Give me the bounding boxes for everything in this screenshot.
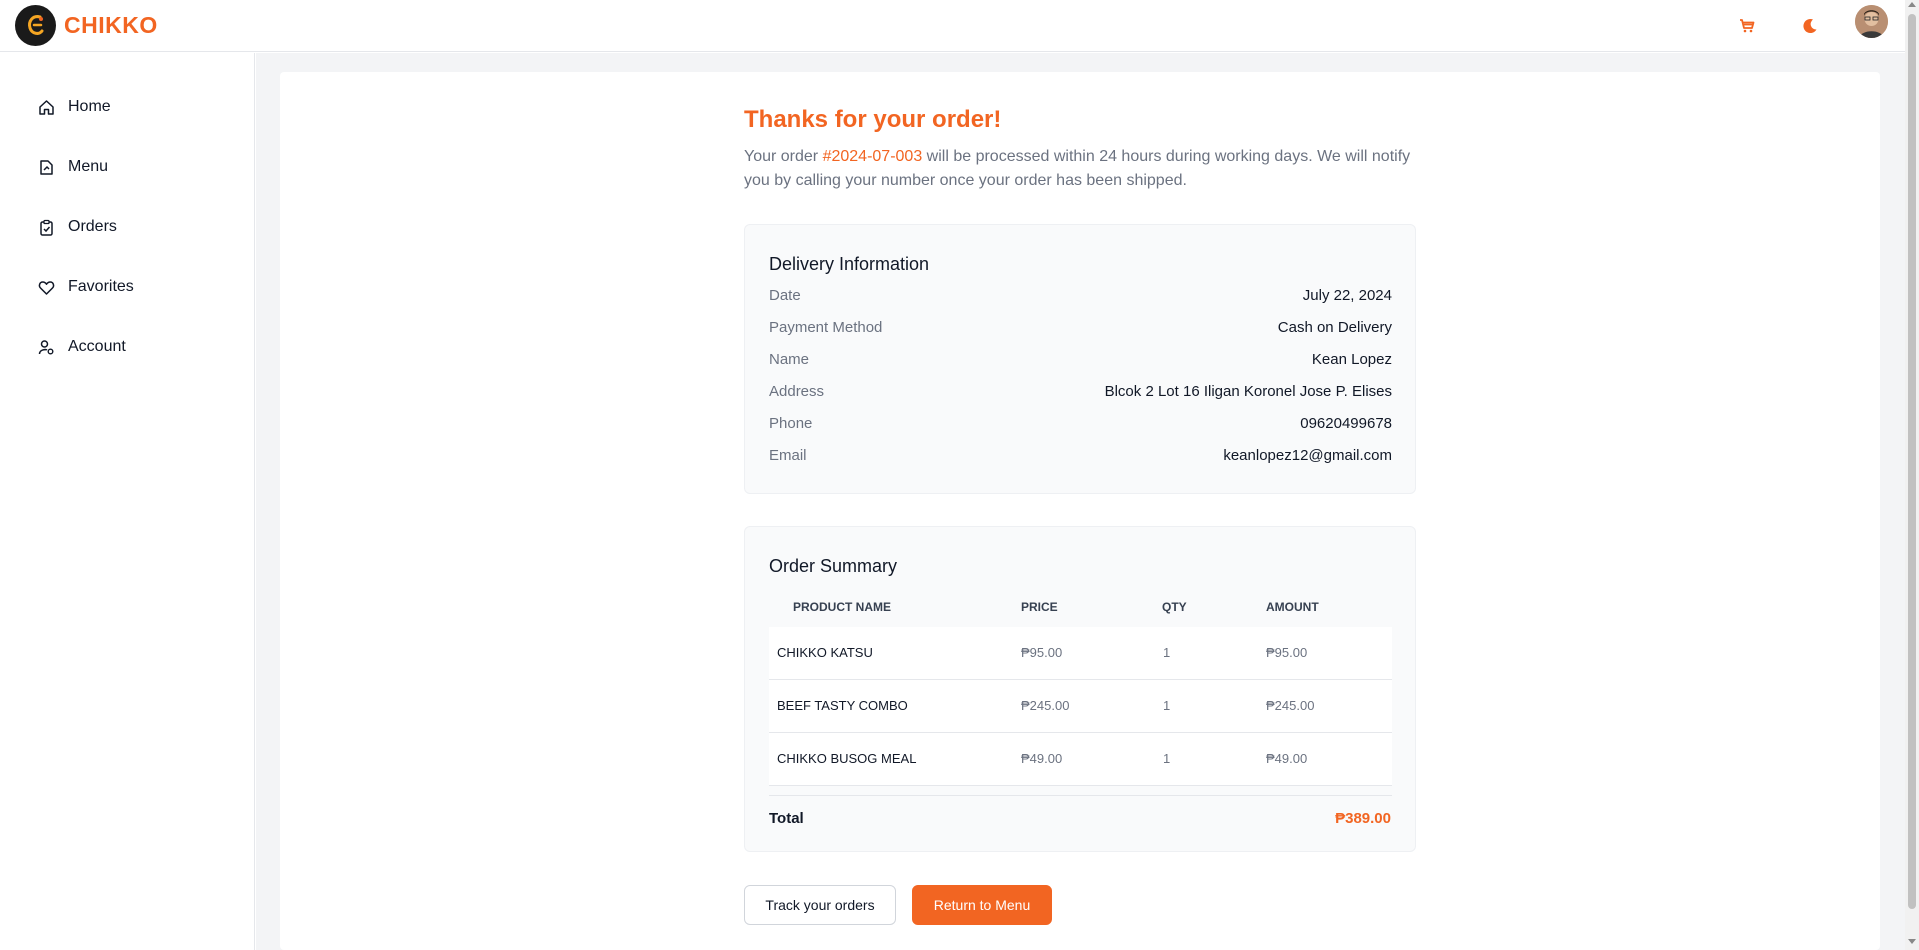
- sidebar-item-label: Home: [68, 98, 111, 115]
- sidebar-item-menu[interactable]: Menu: [37, 152, 108, 182]
- info-label: Name: [769, 351, 810, 368]
- delivery-info-panel: Delivery Information Date July 22, 2024 …: [744, 224, 1416, 494]
- info-value: Blcok 2 Lot 16 Iligan Koronel Jose P. El…: [1104, 383, 1392, 400]
- product-amount: ₱95.00: [1266, 645, 1308, 660]
- column-header-amount: AMOUNT: [1266, 600, 1319, 614]
- scroll-up-arrow-icon[interactable]: [1908, 2, 1916, 7]
- product-amount: ₱245.00: [1266, 698, 1315, 713]
- top-bar: CHIKKO: [0, 0, 1905, 52]
- product-qty: 1: [1163, 698, 1171, 713]
- info-row-name: Name Kean Lopez: [769, 351, 1392, 373]
- delivery-info-title: Delivery Information: [769, 254, 930, 274]
- total-divider: [769, 795, 1392, 796]
- info-row-payment: Payment Method Cash on Delivery: [769, 319, 1392, 341]
- sidebar-item-account[interactable]: Account: [37, 332, 126, 362]
- info-row-date: Date July 22, 2024: [769, 287, 1392, 309]
- home-icon: [37, 98, 55, 116]
- scrollbar[interactable]: [1905, 0, 1919, 950]
- order-intro-text: Your order #2024-07-003 will be processe…: [744, 148, 1411, 189]
- brand[interactable]: CHIKKO: [15, 5, 158, 46]
- brand-name: CHIKKO: [64, 12, 158, 38]
- product-name: CHIKKO BUSOG MEAL: [777, 751, 917, 766]
- info-row-address: Address Blcok 2 Lot 16 Iligan Koronel Jo…: [769, 383, 1392, 405]
- product-amount: ₱49.00: [1266, 751, 1308, 766]
- sidebar: Home Menu Orders Favorites Account: [0, 53, 255, 950]
- scroll-thumb[interactable]: [1908, 14, 1916, 909]
- table-row: BEEF TASTY COMBO ₱245.00 1 ₱245.00: [769, 680, 1392, 733]
- product-name: BEEF TASTY COMBO: [777, 698, 908, 713]
- sidebar-item-home[interactable]: Home: [37, 92, 111, 122]
- avatar[interactable]: [1855, 5, 1888, 38]
- order-number: #2024-07-003: [822, 148, 923, 165]
- product-price: ₱245.00: [1021, 698, 1070, 713]
- info-row-phone: Phone 09620499678: [769, 415, 1392, 437]
- table-row: CHIKKO BUSOG MEAL ₱49.00 1 ₱49.00: [769, 733, 1392, 786]
- info-value: 09620499678: [1300, 415, 1392, 432]
- table-row: CHIKKO KATSU ₱95.00 1 ₱95.00: [769, 627, 1392, 680]
- total-value: ₱389.00: [1335, 810, 1391, 827]
- user-settings-icon: [37, 338, 55, 356]
- product-qty: 1: [1163, 645, 1171, 660]
- info-label: Payment Method: [769, 319, 883, 336]
- info-value: Kean Lopez: [1311, 351, 1392, 368]
- order-summary-panel: Order Summary PRODUCT NAME PRICE QTY AMO…: [744, 526, 1416, 852]
- menu-book-icon: [37, 158, 55, 176]
- column-header-price: PRICE: [1021, 600, 1058, 614]
- order-summary-title: Order Summary: [769, 556, 898, 576]
- clipboard-icon: [37, 218, 55, 236]
- heart-icon: [37, 278, 55, 296]
- chicken-logo-icon: [15, 5, 56, 46]
- column-header-qty: QTY: [1162, 600, 1187, 614]
- info-label: Email: [769, 447, 807, 464]
- product-name: CHIKKO KATSU: [777, 645, 873, 660]
- product-price: ₱49.00: [1021, 751, 1063, 766]
- info-label: Date: [769, 287, 801, 304]
- info-label: Phone: [769, 415, 813, 432]
- column-header-product: PRODUCT NAME: [793, 600, 891, 614]
- sidebar-item-label: Orders: [68, 218, 117, 235]
- sidebar-item-favorites[interactable]: Favorites: [37, 272, 134, 302]
- moon-icon[interactable]: [1797, 13, 1823, 39]
- info-row-email: Email keanlopez12@gmail.com: [769, 447, 1392, 469]
- scroll-down-arrow-icon[interactable]: [1908, 939, 1916, 944]
- track-orders-button[interactable]: Track your orders: [744, 885, 896, 925]
- return-to-menu-button[interactable]: Return to Menu: [912, 885, 1052, 925]
- sidebar-item-label: Menu: [68, 158, 109, 175]
- sidebar-item-label: Favorites: [68, 278, 134, 295]
- info-label: Address: [769, 383, 825, 400]
- info-value: keanlopez12@gmail.com: [1223, 447, 1392, 464]
- total-label: Total: [769, 810, 804, 827]
- page-title: Thanks for your order!: [744, 106, 1002, 133]
- info-value: Cash on Delivery: [1277, 319, 1392, 336]
- info-value: July 22, 2024: [1302, 287, 1392, 304]
- sidebar-item-orders[interactable]: Orders: [37, 212, 117, 242]
- product-qty: 1: [1163, 751, 1171, 766]
- cart-icon[interactable]: [1734, 13, 1760, 39]
- product-price: ₱95.00: [1021, 645, 1063, 660]
- sidebar-item-label: Account: [68, 338, 126, 355]
